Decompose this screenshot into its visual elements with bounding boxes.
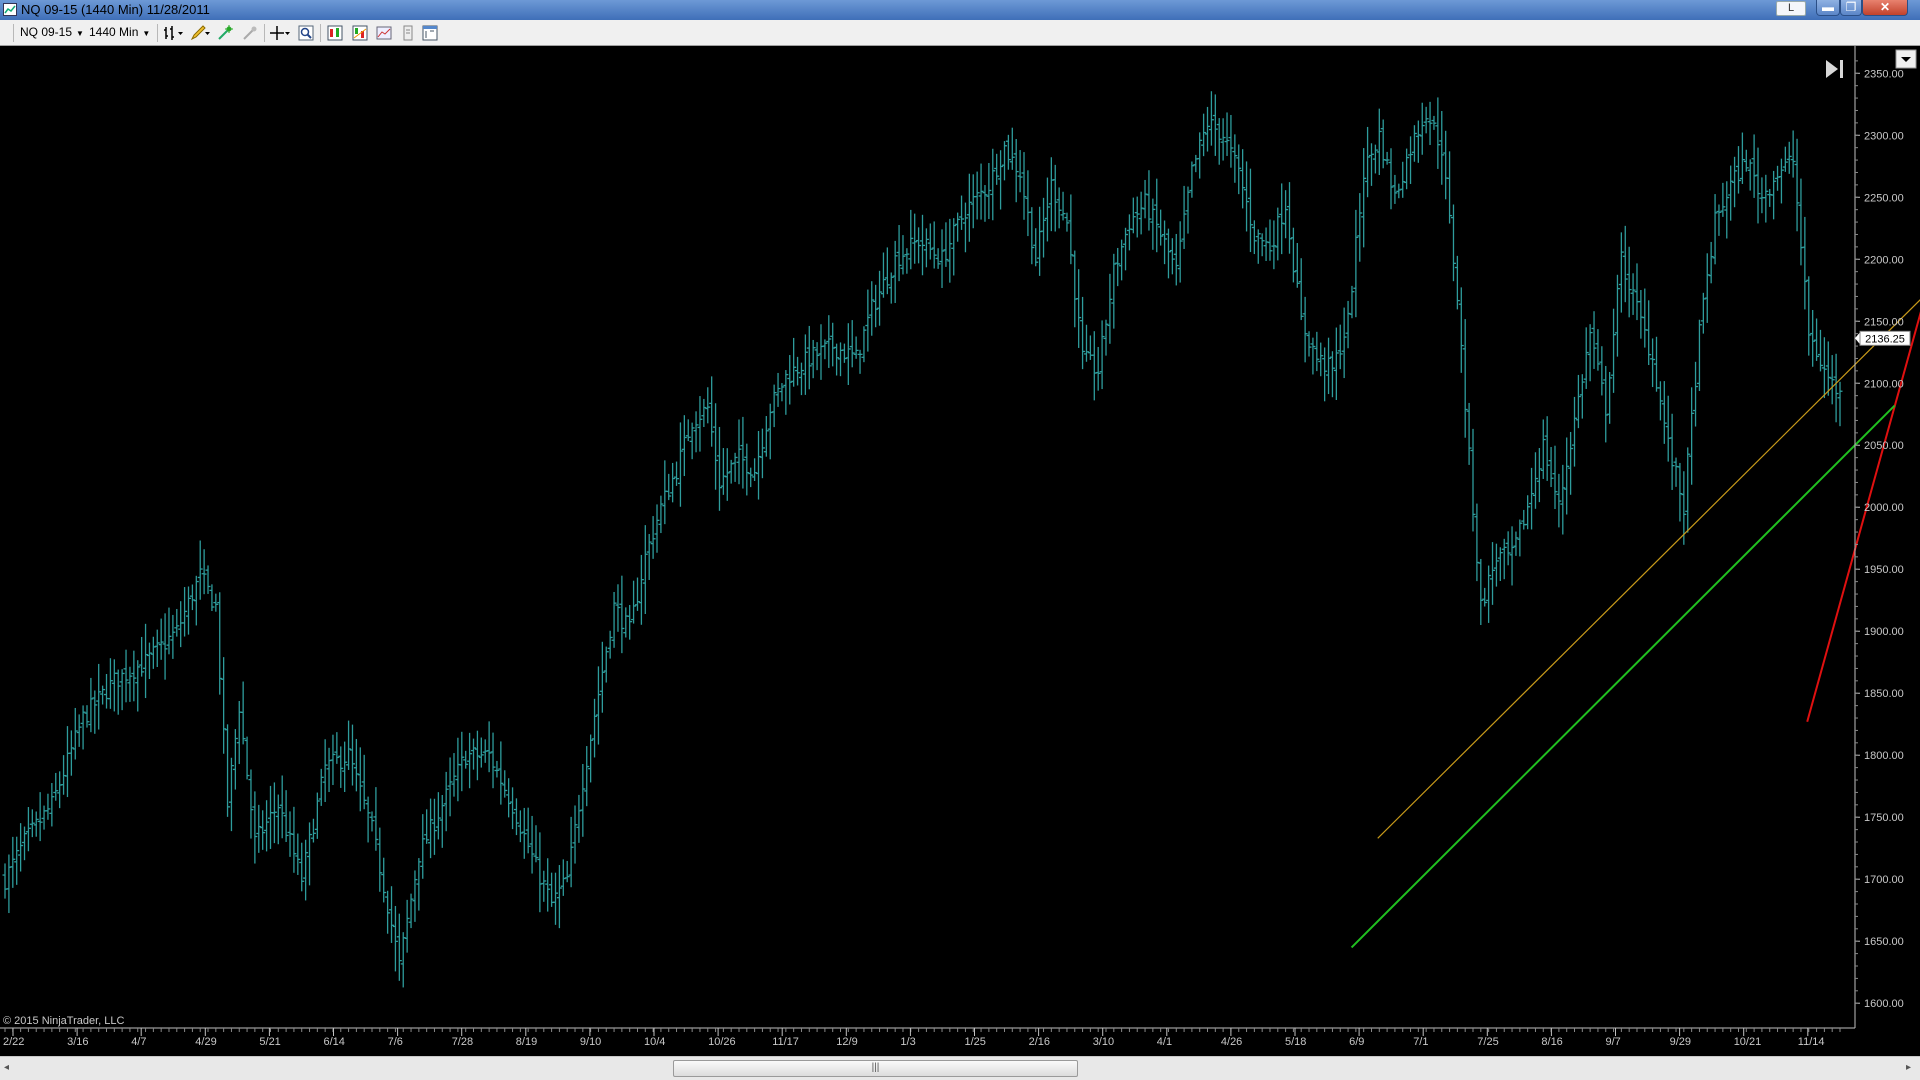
copyright-text: © 2015 NinjaTrader, LLC [3, 1015, 124, 1027]
price-label: 2250.00 [1864, 192, 1904, 204]
window-title-bar: NQ 09-15 (1440 Min) 11/28/2011 L ▬ ❐ ✕ [0, 0, 1920, 20]
price-label: 1600.00 [1864, 998, 1904, 1010]
drawing-tools-icon[interactable] [217, 25, 233, 41]
zoom-icon[interactable] [298, 25, 314, 41]
interval-label: 1440 Min [89, 25, 139, 39]
price-chart[interactable]: 2350.00 2300.00 2250.00 2200.00 2150.00 2100.… [0, 46, 1920, 1056]
go-to-end-icon[interactable] [1818, 56, 1846, 80]
instrument-selector[interactable]: NQ 09-15 ▼ [20, 20, 84, 45]
date-label: 11/14 [1798, 1036, 1825, 1048]
current-price-marker: 2136.25 [1855, 330, 1911, 346]
date-label: 10/26 [708, 1036, 736, 1048]
date-label: 7/1 [1413, 1036, 1428, 1048]
chart-scroll-down-button[interactable] [1895, 49, 1917, 69]
scroll-right-icon[interactable]: ▸ [1906, 1062, 1911, 1073]
minimize-button[interactable]: ▬ [1816, 0, 1840, 16]
chart-app-icon [3, 3, 17, 16]
price-label: 2200.00 [1864, 254, 1904, 266]
date-label: 2/22 [3, 1036, 24, 1048]
instrument-label: NQ 09-15 [20, 25, 73, 39]
window-title: NQ 09-15 (1440 Min) 11/28/2011 [21, 2, 210, 17]
crosshair-icon[interactable] [270, 25, 292, 41]
price-label: 2300.00 [1864, 130, 1904, 142]
price-label: 1900.00 [1864, 626, 1904, 638]
properties-icon[interactable] [400, 25, 416, 41]
date-label: 7/25 [1477, 1036, 1498, 1048]
date-label: 6/9 [1349, 1036, 1364, 1048]
date-label: 3/16 [67, 1036, 88, 1048]
chevron-down-icon: ▼ [76, 29, 84, 38]
drawing-pencil-icon[interactable] [190, 25, 212, 41]
chevron-down-icon: ▼ [142, 29, 151, 38]
price-label: 1750.00 [1864, 812, 1904, 824]
chart-area[interactable]: 2350.00 2300.00 2250.00 2200.00 2150.00 2100.… [0, 46, 1920, 1056]
price-label: 1950.00 [1864, 564, 1904, 576]
bar-style-icon[interactable] [163, 25, 185, 41]
price-label: 2350.00 [1864, 68, 1904, 80]
date-label: 7/6 [388, 1036, 403, 1048]
price-label: 2050.00 [1864, 440, 1904, 452]
date-label: 5/21 [259, 1036, 280, 1048]
maximize-button[interactable]: ❐ [1840, 0, 1862, 16]
current-price-label: 2136.25 [1865, 333, 1905, 345]
date-label: 1/25 [965, 1036, 986, 1048]
date-label: 9/7 [1606, 1036, 1621, 1048]
date-label: 12/9 [836, 1036, 857, 1048]
price-label: 1700.00 [1864, 874, 1904, 886]
date-label: 10/21 [1734, 1036, 1762, 1048]
toolbar-separator [157, 24, 158, 42]
scrollbar-thumb[interactable]: ||| [673, 1060, 1078, 1077]
date-label: 9/29 [1670, 1036, 1691, 1048]
date-label: 8/16 [1541, 1036, 1562, 1048]
date-label: 4/29 [195, 1036, 216, 1048]
date-label: 4/26 [1221, 1036, 1242, 1048]
strategies-icon[interactable] [327, 25, 343, 41]
close-button[interactable]: ✕ [1862, 0, 1908, 16]
price-label: 2000.00 [1864, 502, 1904, 514]
chart-background [0, 46, 1920, 1056]
chart-trader-icon[interactable] [422, 25, 438, 41]
date-label: 11/17 [772, 1036, 799, 1048]
horizontal-scrollbar[interactable]: ◂ ||| ▸ [0, 1056, 1920, 1080]
data-box-icon[interactable] [376, 25, 392, 41]
date-label: 8/19 [516, 1036, 537, 1048]
date-label: 4/7 [131, 1036, 146, 1048]
interval-selector[interactable]: 1440 Min ▼ [89, 20, 150, 45]
price-label: 1800.00 [1864, 750, 1904, 762]
date-label: 4/1 [1157, 1036, 1172, 1048]
date-label: 1/3 [900, 1036, 915, 1048]
eraser-icon[interactable] [242, 25, 258, 41]
scroll-left-icon[interactable]: ◂ [4, 1062, 9, 1073]
date-label: 6/14 [324, 1036, 345, 1048]
price-label: 1850.00 [1864, 688, 1904, 700]
price-label: 2100.00 [1864, 378, 1904, 390]
indicators-icon[interactable] [352, 25, 368, 41]
price-label: 2150.00 [1864, 316, 1904, 328]
date-label: 7/28 [452, 1036, 473, 1048]
date-label: 3/10 [1093, 1036, 1114, 1048]
price-label: 1650.00 [1864, 936, 1904, 948]
date-label: 2/16 [1029, 1036, 1050, 1048]
chart-toolbar: NQ 09-15 ▼ 1440 Min ▼ [0, 20, 1920, 46]
date-label: 5/18 [1285, 1036, 1306, 1048]
date-label: 10/4 [644, 1036, 665, 1048]
date-label: 9/10 [580, 1036, 601, 1048]
toolbar-separator [264, 24, 265, 42]
toolbar-separator [320, 24, 321, 42]
toolbar-grip [13, 24, 14, 42]
link-button[interactable]: L [1776, 1, 1806, 16]
